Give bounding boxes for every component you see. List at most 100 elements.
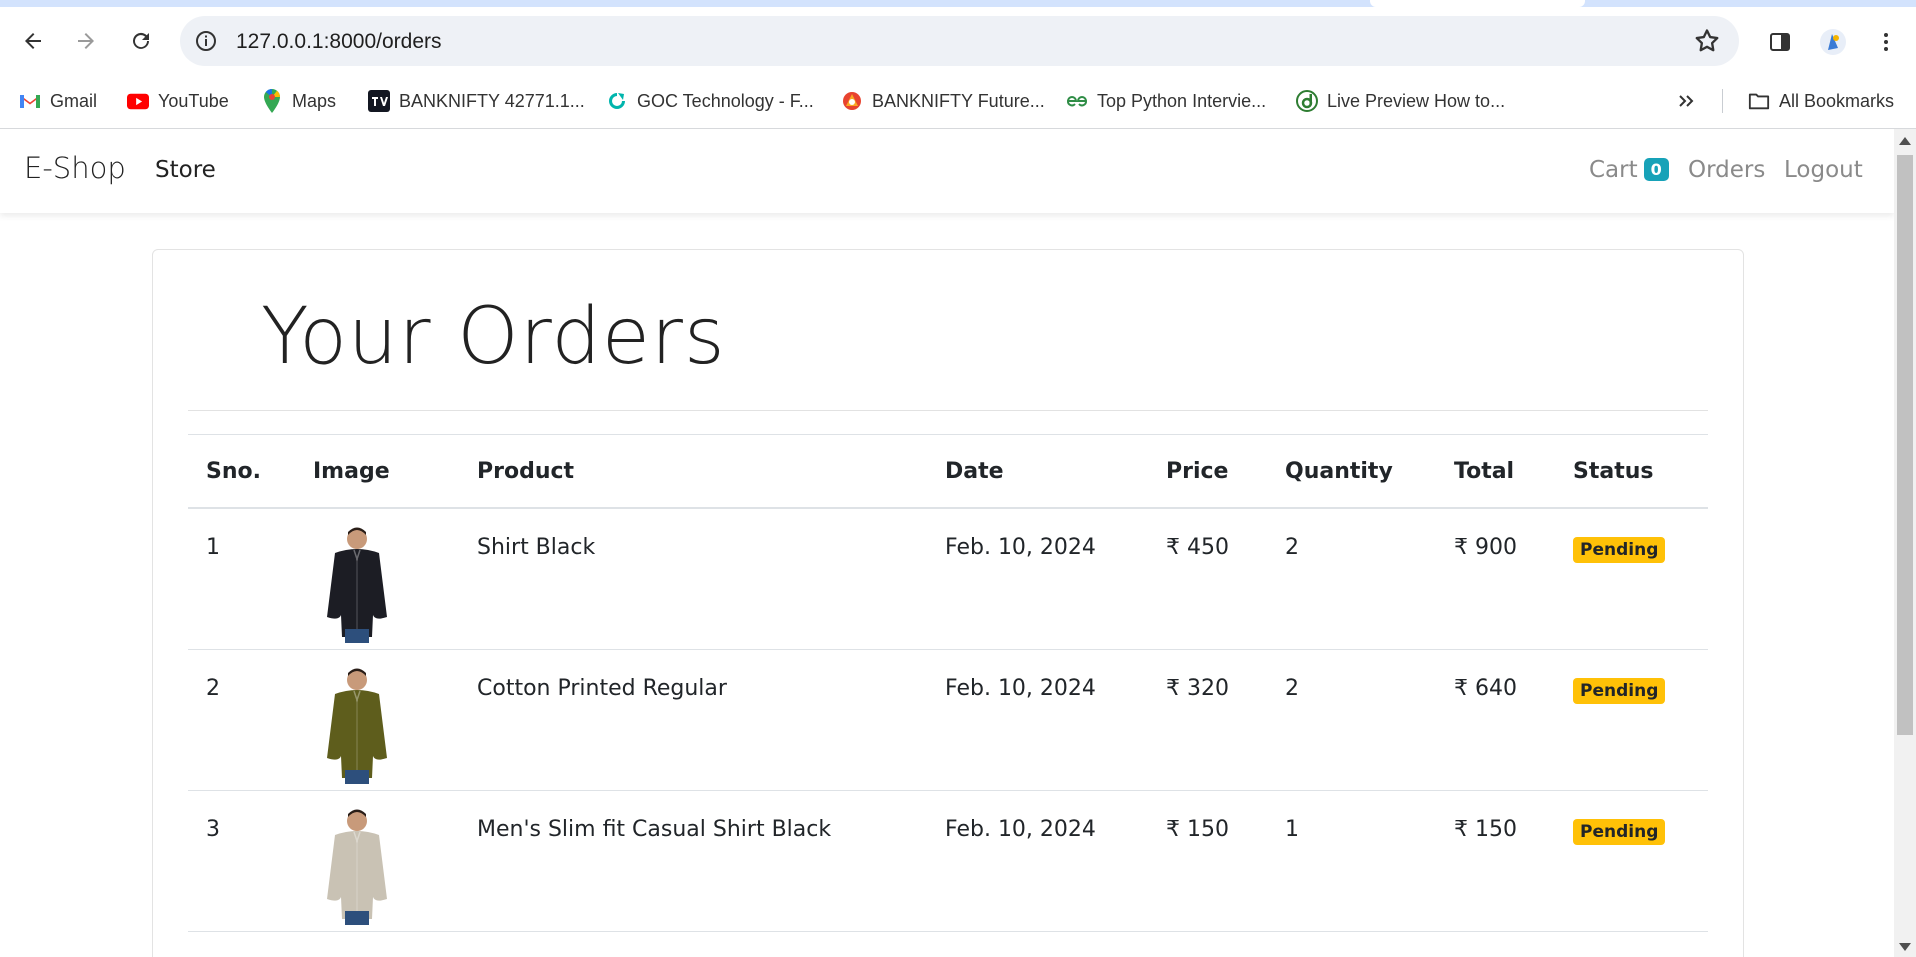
product-image-cell (295, 649, 459, 791)
bookmark-star-icon[interactable] (1693, 27, 1721, 55)
livepreview-icon (1296, 90, 1318, 112)
reload-icon (133, 32, 149, 49)
scroll-down-arrow[interactable] (1899, 943, 1911, 951)
table-header-row: Sno. Image Product Date Price Quantity T… (188, 434, 1708, 509)
active-tab[interactable] (1370, 0, 1585, 7)
cell-product: Shirt Black (459, 508, 927, 650)
cell-date: Feb. 10, 2024 (927, 649, 1148, 791)
cell-product: Men's Slim fit Casual Shirt Black (459, 790, 927, 932)
bookmark-label: BANKNIFTY 42771.1... (399, 90, 585, 111)
cell-status: Pending (1555, 790, 1708, 932)
bookmark-label: GOC Technology - F... (637, 90, 814, 111)
bookmark-label: Live Preview How to... (1327, 90, 1506, 111)
bookmark-goc[interactable]: GOC Technology - F... (606, 86, 814, 116)
reload-button[interactable] (121, 21, 161, 61)
cell-status: Pending (1555, 508, 1708, 650)
nav-cart-label: Cart (1589, 157, 1638, 183)
cell-price: ₹ 320 (1148, 649, 1267, 791)
column-header-date: Date (927, 434, 1148, 509)
scroll-up-arrow[interactable] (1899, 137, 1911, 145)
tab-strip (0, 0, 1916, 7)
arrow-right-icon (78, 33, 94, 49)
goc-icon (606, 90, 628, 112)
product-image (327, 668, 387, 784)
product-image-cell (295, 790, 459, 932)
profile-avatar-icon (1820, 29, 1846, 55)
cell-total: ₹ 150 (1436, 790, 1555, 932)
cell-date: Feb. 10, 2024 (927, 508, 1148, 650)
bookmark-banknifty[interactable]: BANKNIFTY 42771.1... (368, 86, 585, 116)
all-bookmarks-label: All Bookmarks (1779, 90, 1895, 111)
folder-icon (1748, 90, 1770, 112)
more-vert-icon (1884, 33, 1888, 51)
cell-status: Pending (1555, 649, 1708, 791)
cell-product: Cotton Printed Regular (459, 649, 927, 791)
tradingview-icon (368, 90, 390, 112)
gfg-icon (1066, 90, 1088, 112)
bookmark-label: YouTube (158, 90, 229, 111)
page-scrollbar[interactable] (1894, 129, 1916, 957)
nav-store-link[interactable]: Store (155, 157, 216, 183)
bookmark-youtube[interactable]: YouTube (127, 86, 229, 116)
page-title: Your Orders (261, 292, 726, 382)
bookmark-label: BANKNIFTY Future... (872, 90, 1045, 111)
maps-icon (261, 89, 283, 113)
bookmark-label: Top Python Intervie... (1097, 90, 1267, 111)
bookmark-label: Gmail (50, 90, 98, 111)
product-image-cell (295, 508, 459, 650)
cell-total: ₹ 640 (1436, 649, 1555, 791)
scrollbar-thumb[interactable] (1897, 155, 1913, 735)
gmail-icon (19, 90, 41, 112)
status-badge: Pending (1573, 678, 1666, 704)
cell-sno: 1 (188, 508, 295, 650)
cart-count-badge: 0 (1643, 158, 1669, 181)
status-badge: Pending (1573, 819, 1666, 845)
cell-price: ₹ 150 (1148, 790, 1267, 932)
nav-cart-link[interactable]: Cart 0 (1589, 157, 1669, 183)
cell-total: ₹ 900 (1436, 508, 1555, 650)
fyers-icon (841, 90, 863, 112)
column-header-sno: Sno. (188, 434, 295, 509)
arrow-left-icon (25, 33, 41, 49)
youtube-icon (127, 90, 149, 112)
nav-logout-link[interactable]: Logout (1784, 157, 1863, 183)
cell-price: ₹ 450 (1148, 508, 1267, 650)
product-image (327, 527, 387, 643)
column-header-total: Total (1436, 434, 1555, 509)
bookmark-banknifty-future[interactable]: BANKNIFTY Future... (841, 86, 1045, 116)
nav-orders-link[interactable]: Orders (1688, 157, 1765, 183)
all-bookmarks-button[interactable]: All Bookmarks (1748, 86, 1894, 116)
bookmark-label: Maps (292, 90, 337, 111)
bookmark-gmail[interactable]: Gmail (19, 86, 97, 116)
side-panel-icon (1770, 33, 1790, 51)
column-header-product: Product (459, 434, 927, 509)
address-bar[interactable]: 127.0.0.1:8000/orders (180, 16, 1739, 66)
orders-card: Your Orders Sno. Image Product Date Pric… (152, 249, 1744, 957)
bookmark-python-interview[interactable]: Top Python Intervie... (1066, 86, 1266, 116)
url-text[interactable]: 127.0.0.1:8000/orders (236, 30, 442, 54)
product-image (327, 809, 387, 925)
cell-date: Feb. 10, 2024 (927, 790, 1148, 932)
cell-quantity: 2 (1267, 649, 1436, 791)
column-header-quantity: Quantity (1267, 434, 1436, 509)
info-icon[interactable] (194, 29, 218, 53)
table-row: 3 Men's Slim fit Casual Shirt Black Feb. 1… (188, 790, 1708, 932)
page-viewport: E-Shop Store Cart 0 Orders Logout Your Or… (0, 129, 1916, 957)
side-panel-button[interactable] (1765, 27, 1795, 57)
browser-menu-button[interactable] (1871, 27, 1901, 57)
profile-button[interactable] (1818, 27, 1848, 57)
forward-button[interactable] (66, 21, 106, 61)
brand-link[interactable]: E-Shop (24, 151, 126, 185)
table-row: 2 Cotton Printed Regular Feb. 10, 2024 ₹ 32… (188, 649, 1708, 791)
column-header-image: Image (295, 434, 459, 509)
bookmarks-divider (1722, 89, 1723, 113)
cell-sno: 3 (188, 790, 295, 932)
cell-sno: 2 (188, 649, 295, 791)
cell-quantity: 2 (1267, 508, 1436, 650)
column-header-price: Price (1148, 434, 1267, 509)
chevron-double-right-icon (1679, 95, 1694, 107)
bookmark-maps[interactable]: Maps (261, 86, 336, 116)
back-button[interactable] (13, 21, 53, 61)
more-bookmarks-button[interactable] (1676, 86, 1696, 116)
bookmark-live-preview[interactable]: Live Preview How to... (1296, 86, 1505, 116)
